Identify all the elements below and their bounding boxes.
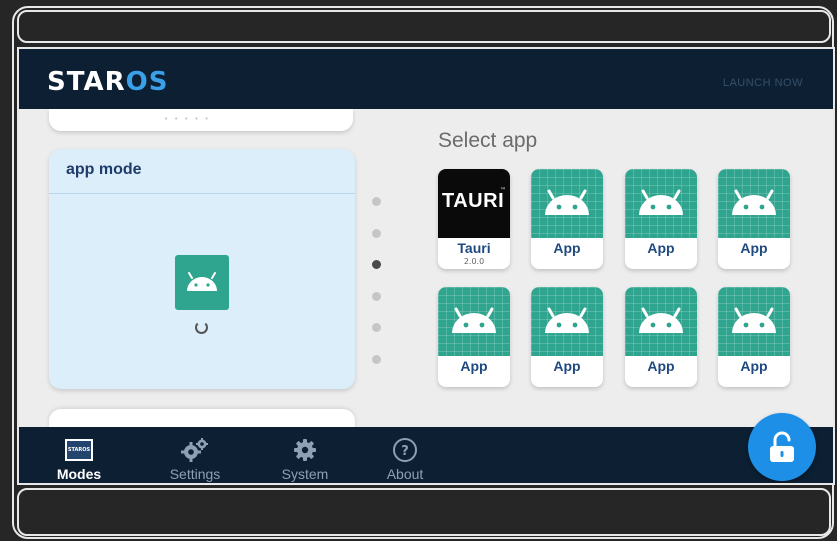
svg-text:?: ? [401, 444, 409, 459]
app-tile[interactable]: App [438, 287, 510, 387]
pager-dot-active[interactable] [372, 260, 381, 269]
app-tile-label: App [553, 240, 581, 256]
nav-item-system[interactable]: System [265, 437, 345, 482]
nav-label: About [386, 466, 424, 482]
app-tile[interactable]: App [531, 169, 603, 269]
nav-item-about[interactable]: ? About [365, 437, 445, 482]
app-tile-label: Tauri [457, 240, 491, 256]
nav-label: Settings [169, 466, 221, 482]
android-icon [625, 287, 697, 356]
pager-dot[interactable] [372, 291, 381, 301]
android-icon [438, 287, 510, 356]
app-tile-label: App [740, 240, 768, 256]
launch-now-button[interactable]: LAUNCH NOW [723, 77, 803, 89]
app-tile-label: App [460, 358, 488, 374]
android-icon [531, 287, 603, 356]
mode-card-divider [49, 193, 355, 194]
app-tile[interactable]: App [718, 169, 790, 269]
android-icon [718, 287, 790, 356]
modes-icon: STAROS [65, 439, 93, 461]
device-bezel-bottom [17, 488, 831, 536]
mode-card-title: app mode [66, 161, 142, 178]
mode-card-app-mode[interactable]: app mode [49, 149, 355, 389]
gear-icon [265, 437, 345, 463]
app-tile-tauri[interactable]: TAURI ™ Tauri 2.0.0 [438, 169, 510, 269]
pager-dots [372, 197, 384, 386]
nav-item-settings[interactable]: Settings [155, 437, 235, 482]
app-tile-label: App [740, 358, 768, 374]
android-icon [531, 169, 603, 238]
nav-item-modes[interactable]: STAROS Modes [39, 437, 119, 482]
bottom-nav: STAROS Modes Settings System ? About [19, 427, 833, 483]
top-bar: STAROS LAUNCH NOW [19, 49, 833, 109]
app-tile-label: App [553, 358, 581, 374]
app-tile[interactable]: App [718, 287, 790, 387]
android-icon [625, 169, 697, 238]
nav-label: System [281, 466, 329, 482]
app-tile[interactable]: App [531, 287, 603, 387]
android-icon [175, 255, 229, 310]
pager-dot[interactable] [372, 197, 381, 206]
app-tile-label: App [647, 358, 675, 374]
unlock-icon [770, 431, 794, 462]
pager-dot[interactable] [372, 323, 381, 332]
app-tile-label: App [647, 240, 675, 256]
unlock-button[interactable] [748, 413, 816, 481]
app-screen: STAROS LAUNCH NOW ••••• app mode Select … [17, 47, 835, 485]
pager-dot[interactable] [372, 354, 381, 364]
android-icon [718, 169, 790, 238]
staros-logo: STAROS [47, 67, 169, 97]
pager-dot[interactable] [372, 228, 381, 238]
app-tile[interactable]: App [625, 287, 697, 387]
help-circle-icon: ? [365, 437, 445, 463]
tauri-logo: TAURI ™ [438, 169, 510, 238]
device-bezel-top [17, 10, 831, 43]
app-tile-version: 2.0.0 [463, 257, 485, 266]
loading-spinner [195, 321, 208, 334]
nav-label: Modes [56, 466, 102, 482]
settings-gears-icon [155, 437, 235, 463]
app-tile[interactable]: App [625, 169, 697, 269]
mode-card-previous[interactable]: ••••• [49, 109, 353, 131]
select-app-title: Select app [438, 129, 538, 152]
